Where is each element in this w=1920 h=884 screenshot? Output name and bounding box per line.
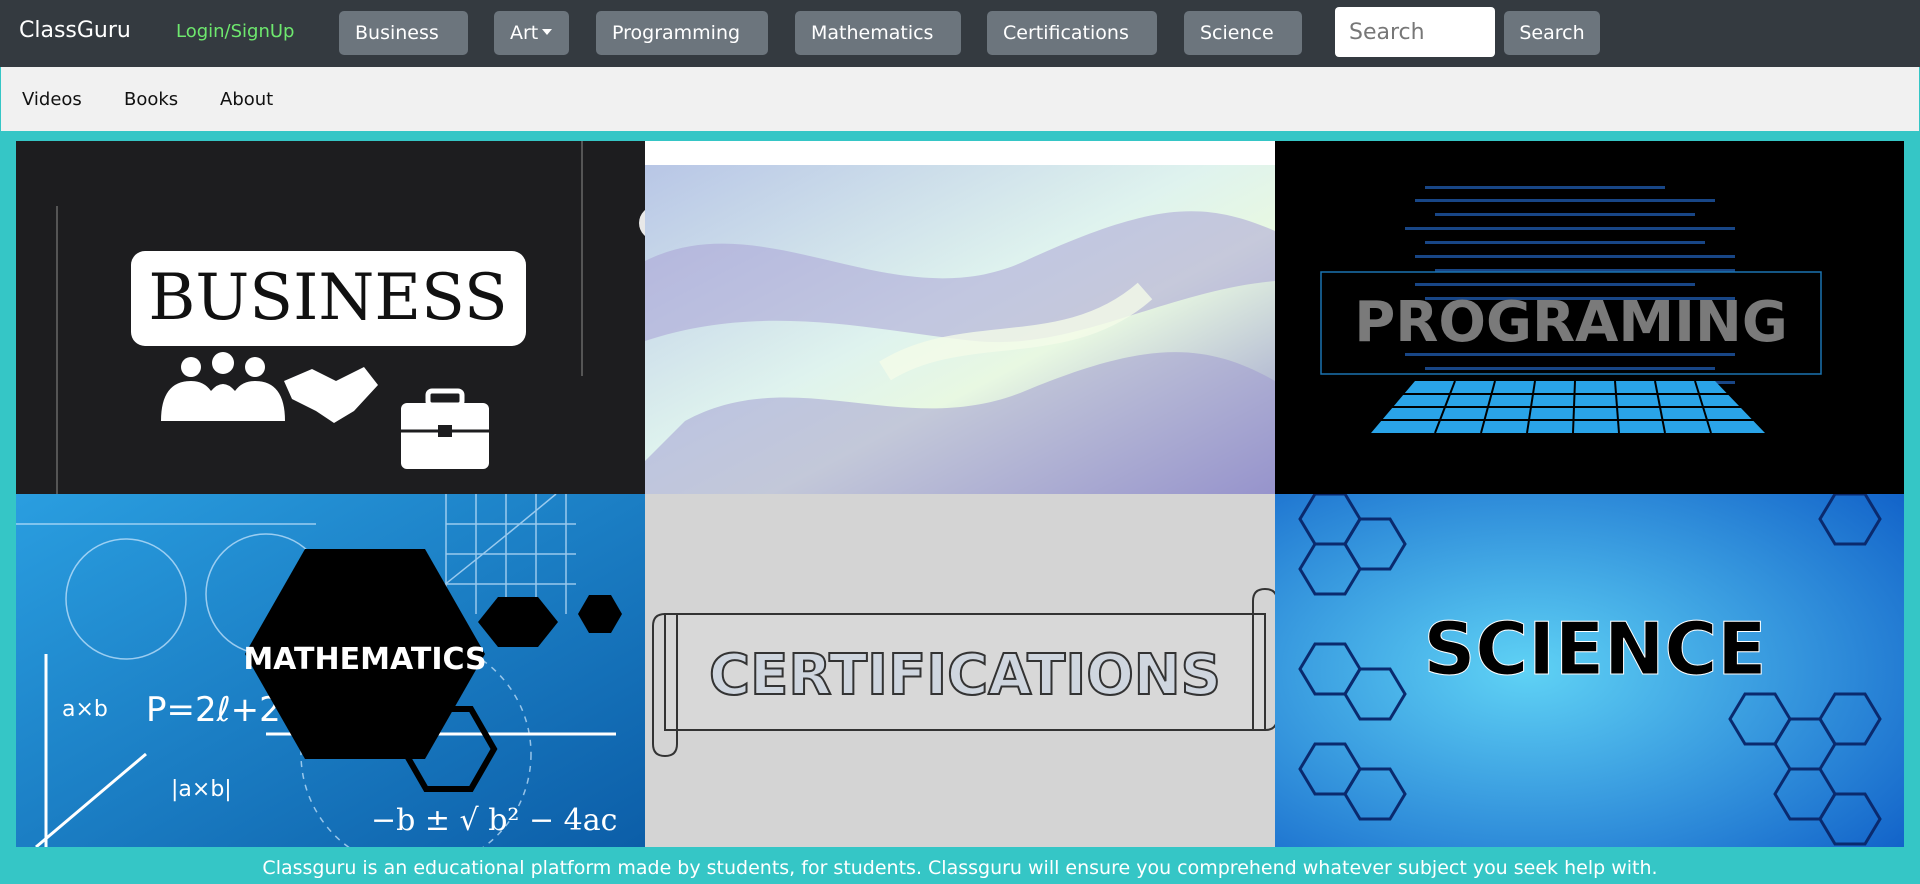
science-dropdown-button[interactable]: Science [1184, 11, 1302, 79]
certifications-tile[interactable]: CERTIFICATIONS [645, 494, 1275, 847]
briefcase-icon [401, 388, 489, 469]
secondary-navbar: Videos Books About [1, 67, 1919, 131]
programming-illustration: PROGRAMING [1320, 186, 1822, 434]
certifications-title: CERTIFICATIONS [709, 643, 1221, 708]
dropdown-label: Science [1200, 22, 1274, 44]
science-tile[interactable]: SCIENCE [1275, 494, 1904, 847]
mathematics-dropdown-button[interactable]: Mathematics [795, 11, 961, 79]
business-illustration: BUSINESS [56, 141, 645, 494]
math-formula: a×b [62, 697, 108, 722]
science-illustration: SCIENCE [1275, 494, 1904, 847]
art-dropdown-button[interactable]: Art [494, 11, 569, 55]
dropdown-label: Certifications [1003, 22, 1129, 44]
dropdown-label: Mathematics [811, 22, 934, 44]
programming-title: PROGRAMING [1354, 290, 1788, 355]
dropdown-label: Art [510, 22, 539, 44]
top-navbar: ClassGuru Login/SignUp Business Art Prog… [0, 0, 1920, 79]
mathematics-title: MATHEMATICS [243, 642, 486, 677]
math-formula: −b ± √ b² − 4ac [371, 803, 617, 838]
caret-down-icon [542, 29, 553, 35]
art-illustration [645, 165, 1275, 494]
certifications-dropdown-button[interactable]: Certifications [987, 11, 1157, 79]
search-button[interactable]: Search [1504, 11, 1600, 55]
dropdown-label: Business [355, 22, 439, 44]
dropdown-label: Programming [612, 22, 741, 44]
login-signup-link[interactable]: Login/SignUp [176, 21, 295, 42]
programming-tile[interactable]: PROGRAMING [1275, 141, 1904, 494]
math-formula: |a×b| [171, 777, 232, 802]
brand-logo[interactable]: ClassGuru [19, 18, 131, 43]
mathematics-tile[interactable]: P=2ℓ+2w −b ± √ b² − 4ac a×b |a×b| MATHEM… [16, 494, 645, 847]
business-tile[interactable]: BUSINESS [16, 141, 645, 494]
search-input[interactable] [1335, 7, 1495, 57]
business-title: BUSINESS [148, 261, 507, 335]
meeting-icon [161, 352, 285, 421]
business-dropdown-button[interactable]: Business [339, 11, 468, 79]
books-link[interactable]: Books [124, 89, 178, 110]
programming-dropdown-button[interactable]: Programming [596, 11, 768, 79]
handshake-icon [284, 367, 378, 423]
about-link[interactable]: About [220, 89, 273, 110]
videos-link[interactable]: Videos [22, 89, 82, 110]
mathematics-illustration: P=2ℓ+2w −b ± √ b² − 4ac a×b |a×b| MATHEM… [16, 494, 645, 847]
science-title: SCIENCE [1424, 607, 1767, 691]
certifications-illustration: CERTIFICATIONS [645, 494, 1275, 847]
footer-tagline: Classguru is an educational platform mad… [262, 857, 1658, 879]
art-tile[interactable] [645, 141, 1275, 494]
